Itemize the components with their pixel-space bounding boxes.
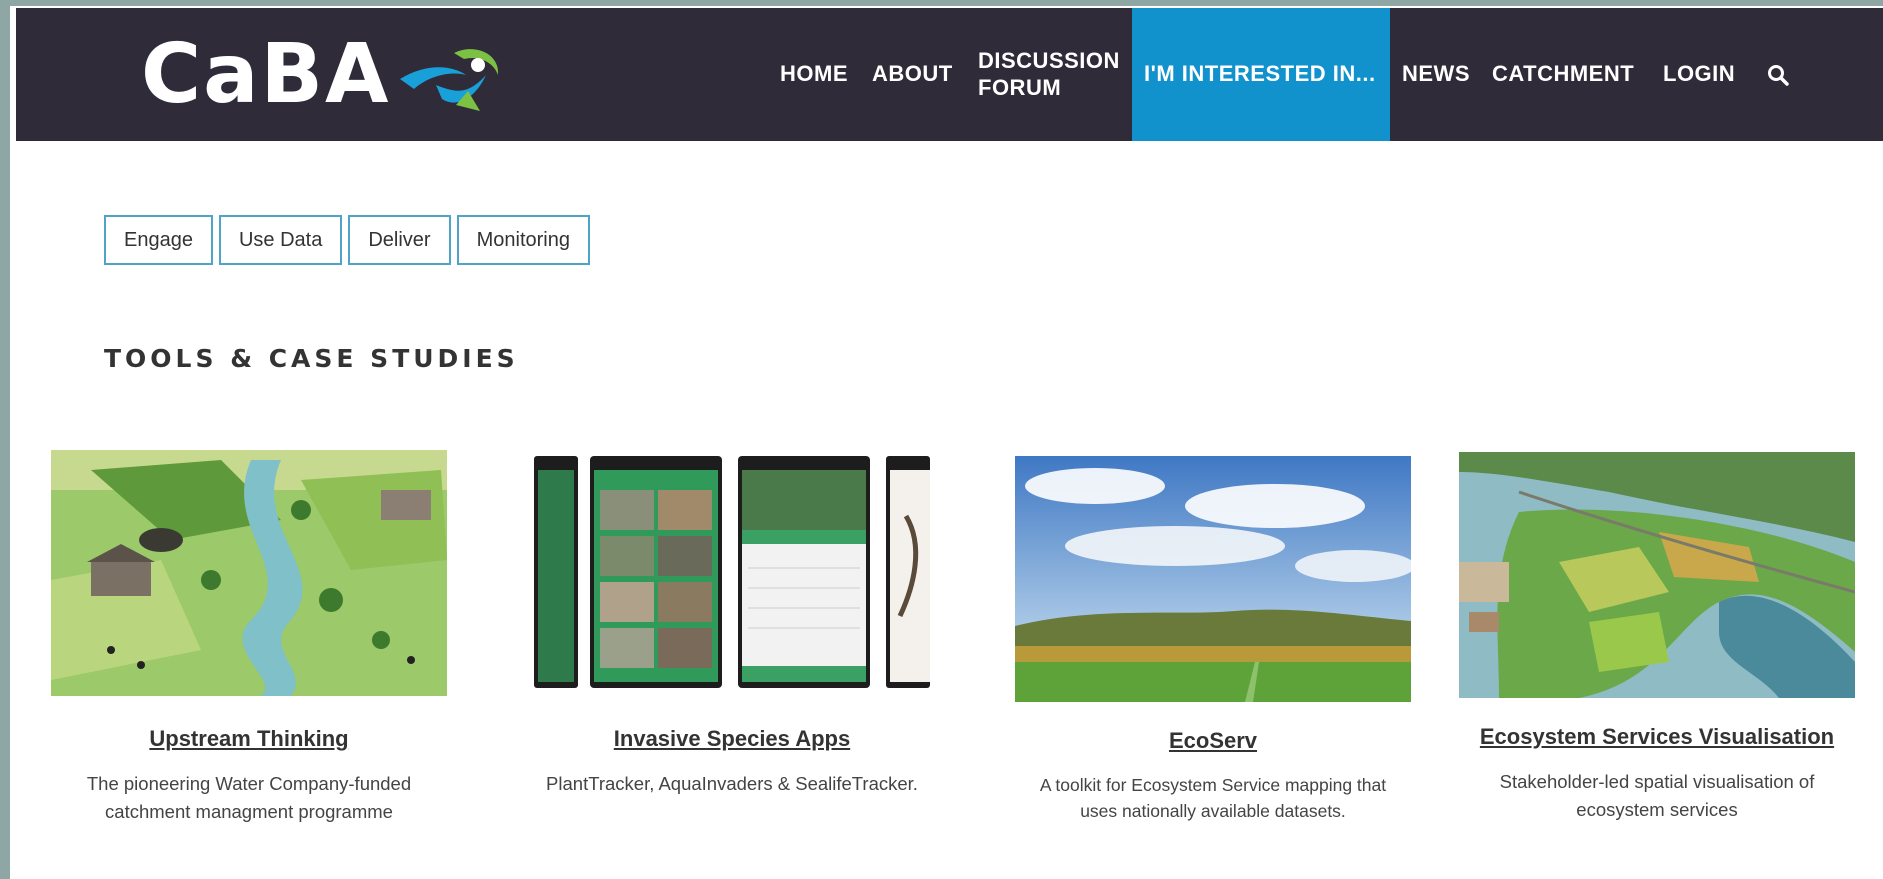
- card-desc-ecoserv: A toolkit for Ecosystem Service mapping …: [1013, 772, 1413, 825]
- nav-discussion-line1: DISCUSSION: [978, 48, 1120, 74]
- filter-monitoring[interactable]: Monitoring: [456, 215, 590, 265]
- ecoserv-image[interactable]: [1015, 456, 1411, 702]
- card-desc-upstream-thinking: The pioneering Water Company-funded catc…: [49, 770, 449, 826]
- card-title-invasive-species-apps[interactable]: Invasive Species Apps: [614, 726, 850, 752]
- card-desc-line2: uses nationally available datasets.: [1080, 801, 1346, 822]
- nav-interested-in[interactable]: I'M INTERESTED IN...: [1132, 8, 1390, 141]
- card-title-ecoserv[interactable]: EcoServ: [1169, 728, 1257, 754]
- nav-search[interactable]: [1766, 8, 1790, 141]
- card-desc-line2: ecosystem services: [1576, 798, 1738, 820]
- filter-engage[interactable]: Engage: [104, 215, 213, 265]
- nav-catchment[interactable]: CATCHMENT: [1492, 8, 1634, 141]
- nav-news[interactable]: NEWS: [1402, 8, 1470, 141]
- filter-deliver[interactable]: Deliver: [348, 215, 451, 265]
- nav-home[interactable]: HOME: [780, 8, 848, 141]
- card-desc-line2: catchment managment programme: [105, 800, 393, 822]
- card-desc-ecosystem-services-visualisation: Stakeholder-led spatial visualisation of…: [1457, 768, 1857, 824]
- card-desc-line1: A toolkit for Ecosystem Service mapping …: [1039, 775, 1387, 795]
- card-desc-line1: PlantTracker, AquaInvaders & SealifeTrac…: [546, 773, 918, 794]
- site-header: CaBA HOME ABOUT DISCUSSION FORUM I'M INT…: [16, 8, 1883, 141]
- card-desc-line1: The pioneering Water Company-funded: [86, 773, 412, 794]
- filter-use-data[interactable]: Use Data: [218, 215, 343, 265]
- card-ecoserv: EcoServ A toolkit for Ecosystem Service …: [1013, 456, 1413, 825]
- card-invasive-species-apps: Invasive Species Apps PlantTracker, Aqua…: [532, 456, 932, 798]
- card-title-ecosystem-services-visualisation[interactable]: Ecosystem Services Visualisation: [1480, 724, 1834, 750]
- card-upstream-thinking: Upstream Thinking The pioneering Water C…: [49, 450, 449, 826]
- nav-login[interactable]: LOGIN: [1663, 8, 1735, 141]
- nav-discussion-line2: FORUM: [978, 74, 1062, 100]
- card-ecosystem-services-visualisation: Ecosystem Services Visualisation Stakeho…: [1457, 452, 1857, 824]
- card-title-upstream-thinking[interactable]: Upstream Thinking: [149, 726, 348, 752]
- filter-buttons: Engage Use Data Deliver Monitoring: [104, 215, 590, 265]
- search-icon: [1768, 64, 1789, 86]
- ecosystem-services-visualisation-image[interactable]: [1459, 452, 1855, 698]
- nav-discussion-forum[interactable]: DISCUSSION FORUM: [978, 8, 1120, 141]
- section-title: TOOLS & CASE STUDIES: [104, 344, 519, 373]
- upstream-thinking-image[interactable]: [51, 450, 447, 696]
- main-nav: HOME ABOUT DISCUSSION FORUM I'M INTEREST…: [16, 8, 1883, 141]
- card-desc-line1: Stakeholder-led spatial visualisation of: [1499, 771, 1815, 792]
- invasive-species-apps-image[interactable]: [534, 456, 930, 692]
- nav-about[interactable]: ABOUT: [872, 8, 953, 141]
- card-desc-invasive-species-apps: PlantTracker, AquaInvaders & SealifeTrac…: [532, 770, 932, 798]
